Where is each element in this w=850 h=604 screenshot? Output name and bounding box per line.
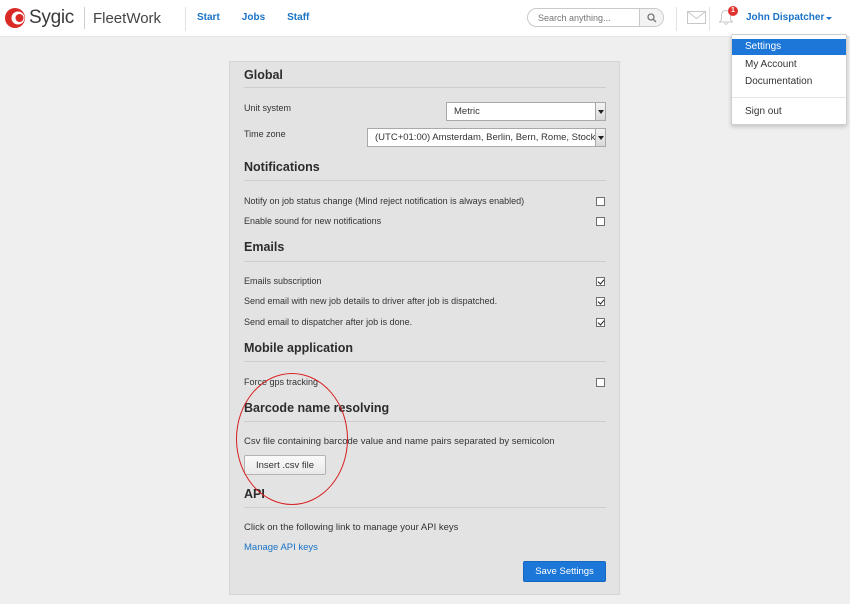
top-bar: Sygic FleetWork Start Jobs Staff 1 John …: [0, 0, 850, 37]
header-divider-2: [709, 7, 710, 31]
insert-csv-button[interactable]: Insert .csv file: [244, 455, 326, 475]
menu-item-documentation[interactable]: Documentation: [732, 74, 846, 90]
notification-badge: 1: [728, 6, 738, 16]
menu-item-my-account[interactable]: My Account: [732, 57, 846, 73]
enable-sound-checkbox[interactable]: [596, 217, 605, 226]
user-name: John Dispatcher: [746, 12, 825, 23]
force-gps-checkbox[interactable]: [596, 378, 605, 387]
enable-sound-label: Enable sound for new notifications: [244, 216, 382, 226]
section-divider: [244, 180, 606, 181]
time-zone-select[interactable]: (UTC+01:00) Amsterdam, Berlin, Bern, Rom…: [367, 128, 606, 147]
section-title-mobile: Mobile application: [244, 341, 354, 355]
logo-text: Sygic: [29, 7, 74, 28]
chevron-down-icon: [595, 129, 605, 146]
section-title-api: API: [244, 487, 265, 501]
time-zone-value: (UTC+01:00) Amsterdam, Berlin, Bern, Rom…: [375, 132, 605, 143]
email-driver-checkbox[interactable]: [596, 297, 605, 306]
notify-job-status-checkbox[interactable]: [596, 197, 605, 206]
section-title-emails: Emails: [244, 240, 285, 254]
main-nav: Start Jobs Staff: [197, 12, 331, 23]
emails-subscription-checkbox[interactable]: [596, 277, 605, 286]
time-zone-label: Time zone: [244, 129, 286, 139]
mail-icon[interactable]: [687, 11, 706, 24]
menu-divider: [732, 97, 846, 98]
search-button[interactable]: [639, 9, 663, 26]
sygic-logo-icon: [5, 8, 25, 28]
search-input[interactable]: [528, 9, 639, 26]
section-title-global: Global: [244, 68, 283, 82]
notify-job-status-label: Notify on job status change (Mind reject…: [244, 196, 525, 206]
settings-panel: Global Unit system Metric Time zone (UTC…: [229, 61, 620, 595]
emails-subscription-label: Emails subscription: [244, 276, 322, 286]
section-divider: [244, 507, 606, 508]
chevron-down-icon: [595, 103, 605, 120]
search-box: [527, 8, 664, 27]
section-divider: [244, 261, 606, 262]
logo-divider: [83, 7, 85, 29]
section-title-barcode: Barcode name resolving: [244, 401, 390, 415]
unit-system-value: Metric: [454, 106, 480, 117]
header-divider: [676, 7, 677, 31]
email-dispatcher-label: Send email to dispatcher after job is do…: [244, 317, 413, 327]
sygic-logo[interactable]: Sygic FleetWork: [4, 5, 161, 31]
nav-jobs[interactable]: Jobs: [242, 12, 265, 23]
unit-system-select[interactable]: Metric: [446, 102, 606, 121]
section-divider: [244, 87, 606, 88]
section-title-notifications: Notifications: [244, 160, 320, 174]
section-divider: [244, 361, 606, 362]
nav-start[interactable]: Start: [197, 12, 220, 23]
caret-down-icon: [826, 16, 833, 20]
section-divider: [244, 421, 606, 422]
manage-api-keys-link[interactable]: Manage API keys: [244, 542, 318, 553]
user-menu-toggle[interactable]: John Dispatcher: [746, 12, 833, 23]
save-settings-button[interactable]: Save Settings: [523, 561, 606, 582]
email-driver-label: Send email with new job details to drive…: [244, 296, 498, 306]
search-icon: [646, 12, 656, 22]
force-gps-label: Force gps tracking: [244, 377, 319, 387]
product-name: FleetWork: [92, 9, 162, 27]
barcode-description: Csv file containing barcode value and na…: [244, 436, 555, 447]
nav-divider: [185, 7, 186, 31]
unit-system-label: Unit system: [244, 103, 292, 113]
user-dropdown-menu: Settings My Account Documentation Sign o…: [731, 34, 847, 125]
api-description: Click on the following link to manage yo…: [244, 522, 459, 533]
menu-item-sign-out[interactable]: Sign out: [732, 104, 846, 120]
email-dispatcher-checkbox[interactable]: [596, 318, 605, 327]
nav-staff[interactable]: Staff: [287, 12, 309, 23]
menu-item-settings[interactable]: Settings: [732, 39, 846, 55]
